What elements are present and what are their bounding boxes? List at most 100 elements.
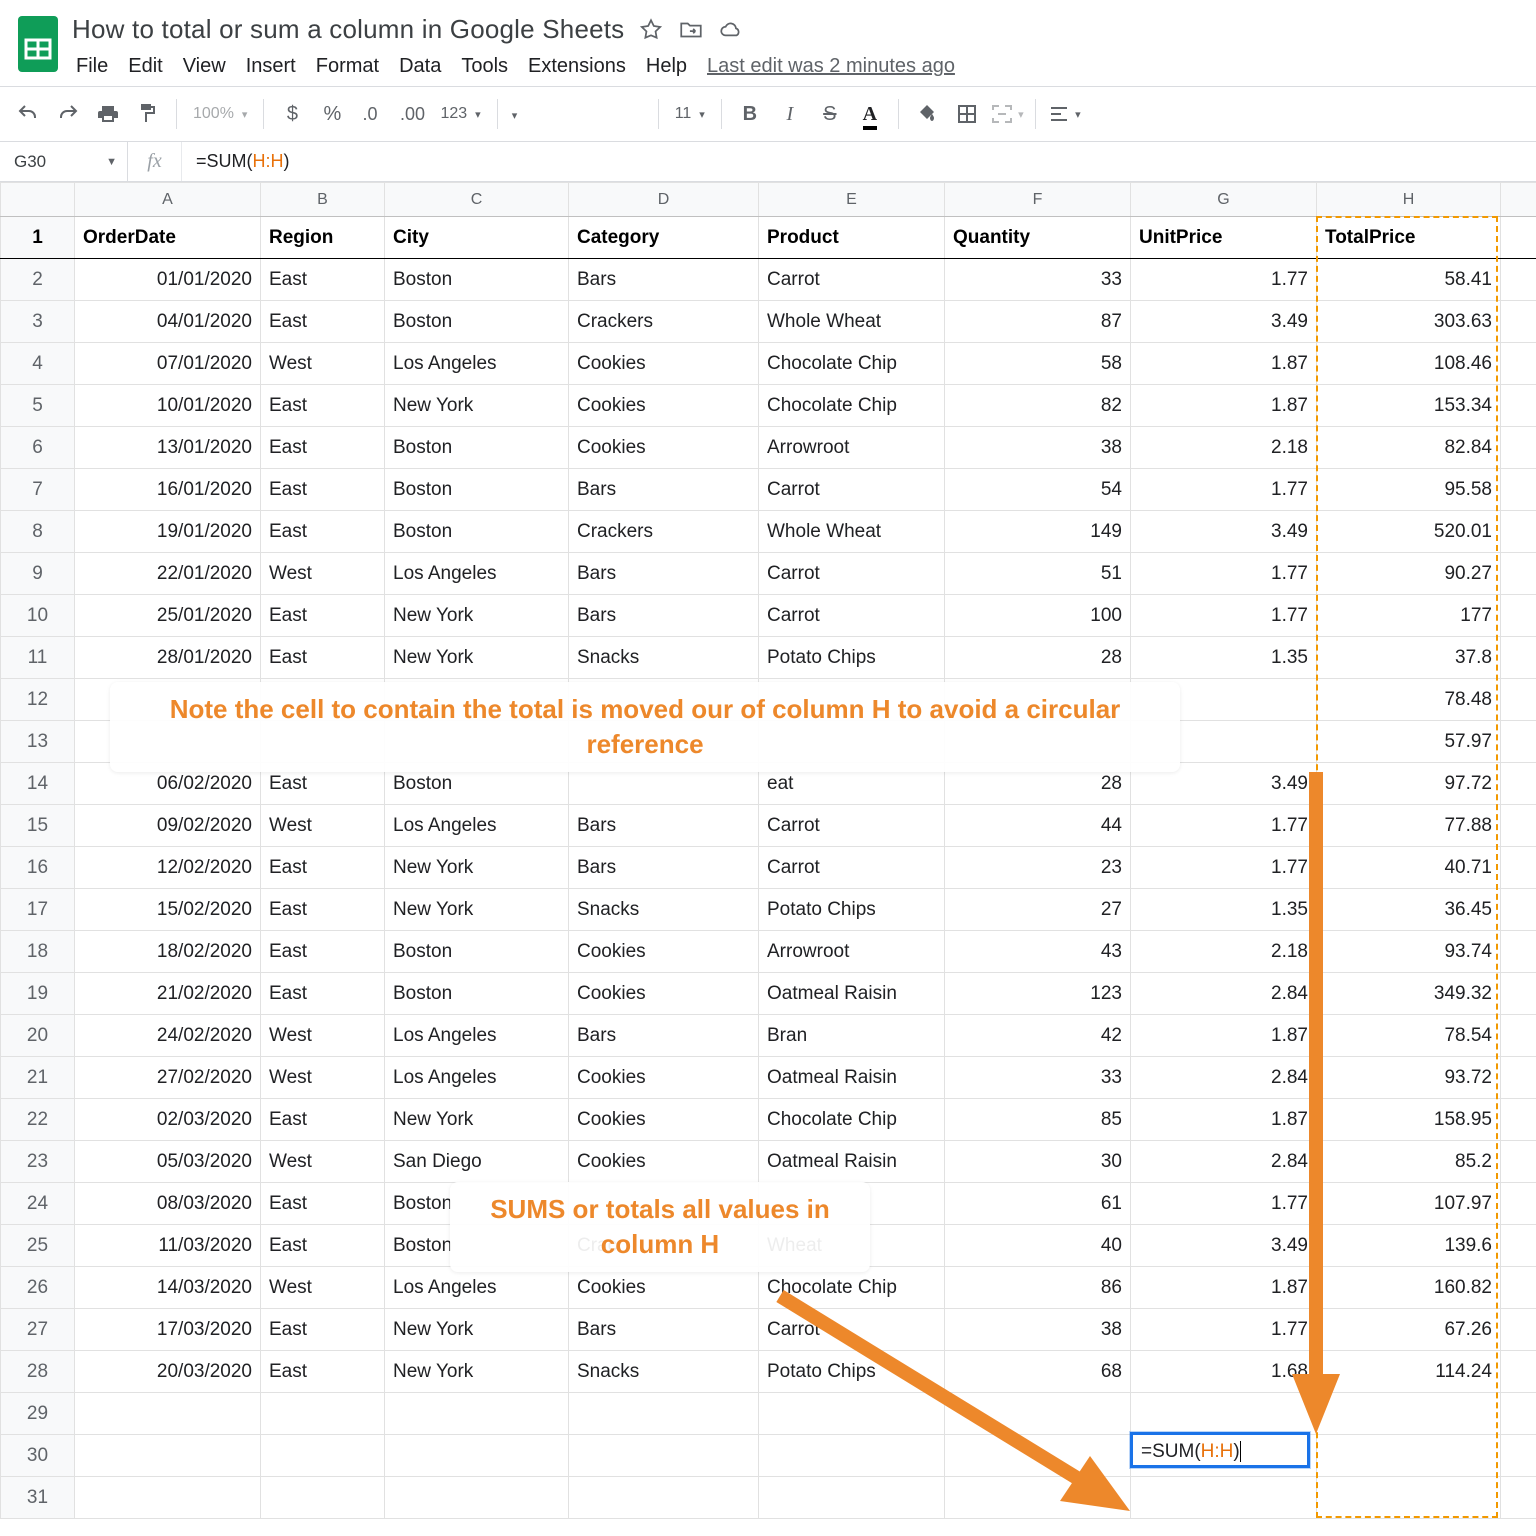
- menu-file[interactable]: File: [76, 55, 108, 78]
- cell[interactable]: 2.18: [1131, 931, 1317, 973]
- cell[interactable]: 158.95: [1317, 1099, 1501, 1141]
- cell[interactable]: Region: [261, 217, 385, 259]
- cell[interactable]: 43: [945, 931, 1131, 973]
- row-header[interactable]: 29: [1, 1393, 75, 1435]
- cell[interactable]: [1317, 1393, 1501, 1435]
- cell[interactable]: 68: [945, 1351, 1131, 1393]
- cell[interactable]: 18/02/2020: [75, 931, 261, 973]
- number-format-dropdown[interactable]: 123: [434, 105, 486, 123]
- borders-icon[interactable]: [949, 96, 985, 132]
- doc-title[interactable]: How to total or sum a column in Google S…: [72, 10, 624, 49]
- cell[interactable]: 303.63: [1317, 301, 1501, 343]
- cell[interactable]: 54: [945, 469, 1131, 511]
- cell[interactable]: 09/02/2020: [75, 805, 261, 847]
- cell[interactable]: West: [261, 553, 385, 595]
- menu-insert[interactable]: Insert: [246, 55, 296, 78]
- cell[interactable]: New York: [385, 847, 569, 889]
- row-header[interactable]: 17: [1, 889, 75, 931]
- print-icon[interactable]: [90, 96, 126, 132]
- cell[interactable]: 11/03/2020: [75, 1225, 261, 1267]
- cell[interactable]: 04/01/2020: [75, 301, 261, 343]
- cell[interactable]: Quantity: [945, 217, 1131, 259]
- cell[interactable]: 3.49: [1131, 301, 1317, 343]
- cell[interactable]: [385, 1393, 569, 1435]
- cell[interactable]: [1501, 1267, 1536, 1309]
- cell[interactable]: New York: [385, 385, 569, 427]
- cell[interactable]: San Diego: [385, 1141, 569, 1183]
- cell[interactable]: 82: [945, 385, 1131, 427]
- italic-icon[interactable]: I: [772, 96, 808, 132]
- menu-help[interactable]: Help: [646, 55, 687, 78]
- cell[interactable]: Los Angeles: [385, 805, 569, 847]
- cell[interactable]: [261, 1435, 385, 1477]
- row-header[interactable]: 25: [1, 1225, 75, 1267]
- cell[interactable]: 100: [945, 595, 1131, 637]
- increase-decimal-icon[interactable]: .00: [394, 96, 430, 132]
- cell[interactable]: Crackers: [569, 511, 759, 553]
- cell[interactable]: 38: [945, 427, 1131, 469]
- cell[interactable]: Cookies: [569, 1099, 759, 1141]
- cell[interactable]: 37.8: [1317, 637, 1501, 679]
- cell[interactable]: 107.97: [1317, 1183, 1501, 1225]
- cell[interactable]: 1.77: [1131, 259, 1317, 301]
- cell[interactable]: 42: [945, 1015, 1131, 1057]
- cell[interactable]: East: [261, 1309, 385, 1351]
- cell[interactable]: 1.35: [1131, 637, 1317, 679]
- cell[interactable]: 38: [945, 1309, 1131, 1351]
- cell[interactable]: [1501, 1435, 1536, 1477]
- cell[interactable]: 1.77: [1131, 469, 1317, 511]
- cell[interactable]: Cookies: [569, 385, 759, 427]
- cell[interactable]: Carrot: [759, 259, 945, 301]
- cell[interactable]: 58: [945, 343, 1131, 385]
- cell[interactable]: 01/01/2020: [75, 259, 261, 301]
- cell[interactable]: 20/03/2020: [75, 1351, 261, 1393]
- row-header[interactable]: 2: [1, 259, 75, 301]
- cell[interactable]: [945, 1393, 1131, 1435]
- cell[interactable]: East: [261, 427, 385, 469]
- cell[interactable]: West: [261, 1267, 385, 1309]
- redo-icon[interactable]: [50, 96, 86, 132]
- cell[interactable]: West: [261, 1057, 385, 1099]
- col-header-C[interactable]: C: [385, 183, 569, 217]
- cell[interactable]: Chocolate Chip: [759, 385, 945, 427]
- cell[interactable]: 21/02/2020: [75, 973, 261, 1015]
- row-header[interactable]: 7: [1, 469, 75, 511]
- cell[interactable]: New York: [385, 1099, 569, 1141]
- cell[interactable]: [1501, 1351, 1536, 1393]
- row-header[interactable]: 16: [1, 847, 75, 889]
- menu-data[interactable]: Data: [399, 55, 441, 78]
- cell[interactable]: [1501, 385, 1536, 427]
- cell[interactable]: Oatmeal Raisin: [759, 1057, 945, 1099]
- cell[interactable]: Carrot: [759, 469, 945, 511]
- row-header[interactable]: 24: [1, 1183, 75, 1225]
- cell[interactable]: 114.24: [1317, 1351, 1501, 1393]
- cell[interactable]: West: [261, 805, 385, 847]
- row-header[interactable]: 12: [1, 679, 75, 721]
- row-header[interactable]: 27: [1, 1309, 75, 1351]
- cell[interactable]: Carrot: [759, 847, 945, 889]
- cell[interactable]: 1.87: [1131, 1099, 1317, 1141]
- row-header[interactable]: 8: [1, 511, 75, 553]
- cell[interactable]: Bran: [759, 1015, 945, 1057]
- strikethrough-icon[interactable]: S: [812, 96, 848, 132]
- move-folder-icon[interactable]: [678, 17, 704, 43]
- cell[interactable]: Cookies: [569, 931, 759, 973]
- cell[interactable]: Boston: [385, 301, 569, 343]
- cell[interactable]: 36.45: [1317, 889, 1501, 931]
- cell[interactable]: 149: [945, 511, 1131, 553]
- cell[interactable]: 1.77: [1131, 1309, 1317, 1351]
- cell[interactable]: 85.2: [1317, 1141, 1501, 1183]
- cell[interactable]: [385, 1435, 569, 1477]
- row-header[interactable]: 14: [1, 763, 75, 805]
- cell[interactable]: 05/03/2020: [75, 1141, 261, 1183]
- cell[interactable]: East: [261, 889, 385, 931]
- cell[interactable]: 2.84: [1131, 1057, 1317, 1099]
- row-header[interactable]: 10: [1, 595, 75, 637]
- cell[interactable]: 520.01: [1317, 511, 1501, 553]
- cell[interactable]: 40.71: [1317, 847, 1501, 889]
- cell[interactable]: 58.41: [1317, 259, 1501, 301]
- cell[interactable]: East: [261, 1225, 385, 1267]
- currency-icon[interactable]: $: [274, 96, 310, 132]
- cell[interactable]: [1501, 1477, 1536, 1519]
- col-header-G[interactable]: G: [1131, 183, 1317, 217]
